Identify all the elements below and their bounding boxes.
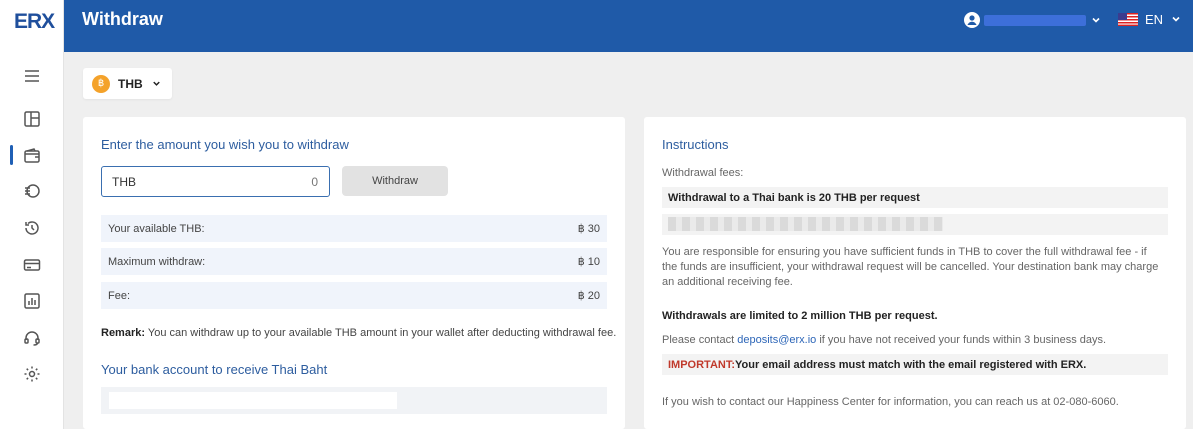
remark-text: You can withdraw up to your available TH… [147, 327, 617, 339]
amount-value: 0 [311, 174, 318, 189]
redacted-fee-detail [662, 214, 1168, 235]
card-icon[interactable] [22, 255, 42, 275]
dashboard-icon[interactable] [22, 109, 42, 129]
chevron-down-icon [1172, 16, 1180, 22]
history-icon[interactable] [22, 218, 42, 238]
support-icon[interactable] [22, 328, 42, 348]
important-text: Your email address must match with the e… [735, 358, 1087, 371]
contact-prefix: Please contact [662, 334, 738, 346]
user-menu[interactable] [964, 11, 1102, 29]
page-title: Withdraw [82, 9, 163, 29]
important-label: IMPORTANT: [668, 358, 736, 371]
report-icon[interactable] [22, 291, 42, 311]
us-flag-icon [1118, 12, 1138, 26]
instructions-title: Instructions [662, 137, 729, 152]
instructions-panel: Instructions Withdrawal fees: Withdrawal… [644, 117, 1186, 429]
withdraw-form-title: Enter the amount you wish you to withdra… [101, 137, 349, 152]
fee-line: Withdrawal to a Thai bank is 20 THB per … [662, 187, 1168, 208]
contact-email-link[interactable]: deposits@erx.io [737, 334, 816, 346]
info-row-label: Fee: [108, 289, 131, 302]
info-row-value: ฿ 30 [577, 223, 600, 235]
currency-label: THB [118, 76, 143, 91]
menu-icon[interactable] [22, 66, 42, 86]
user-icon [964, 12, 980, 28]
active-indicator [10, 145, 13, 165]
withdraw-button[interactable]: Withdraw [342, 166, 448, 196]
chevron-down-icon [152, 81, 160, 86]
info-row-label: Your available THB: [108, 222, 205, 235]
remark-label: Remark: [101, 327, 146, 339]
redacted-bank-account [109, 392, 397, 409]
amount-currency: THB [112, 174, 136, 189]
exchange-icon[interactable] [22, 181, 42, 201]
fees-label: Withdrawal fees: [662, 167, 744, 179]
remark: Remark: You can withdraw up to your avai… [101, 327, 616, 339]
thb-coin-icon: ฿ [92, 74, 110, 93]
bank-account-title: Your bank account to receive Thai Baht [101, 362, 328, 377]
sidebar: ERX [0, 0, 64, 429]
info-row-label: Maximum withdraw: [108, 255, 206, 268]
language-label: EN [1145, 11, 1164, 27]
top-header: Withdraw EN [64, 0, 1193, 52]
redacted-username [984, 14, 1086, 26]
language-selector[interactable]: EN [1118, 11, 1182, 27]
happiness-center-text: If you wish to contact our Happiness Cen… [662, 396, 1119, 408]
contact-suffix: if you have not received your funds with… [816, 334, 1107, 346]
info-row-value: ฿ 10 [577, 256, 600, 268]
amount-input[interactable]: THB 0 [101, 166, 330, 197]
blurred-text [668, 217, 943, 231]
responsibility-text: You are responsible for ensuring you hav… [662, 246, 1159, 288]
withdraw-panel: Enter the amount you wish you to withdra… [83, 117, 625, 429]
wallet-icon[interactable] [22, 146, 42, 166]
important-notice: IMPORTANT: Your email address must match… [662, 354, 1168, 375]
info-row-value: ฿ 20 [577, 290, 600, 302]
info-row-max: Maximum withdraw: ฿ 10 [101, 248, 607, 275]
info-row-fee: Fee: ฿ 20 [101, 282, 607, 309]
chevron-down-icon [1092, 17, 1100, 23]
bank-account-box[interactable] [101, 387, 607, 414]
settings-icon[interactable] [22, 364, 42, 384]
info-row-available: Your available THB: ฿ 30 [101, 215, 607, 242]
currency-selector[interactable]: ฿ THB [83, 68, 172, 99]
limit-text: Withdrawals are limited to 2 million THB… [662, 310, 938, 322]
erx-logo[interactable]: ERX [14, 10, 55, 34]
contact-text: Please contact deposits@erx.io if you ha… [662, 333, 1106, 348]
